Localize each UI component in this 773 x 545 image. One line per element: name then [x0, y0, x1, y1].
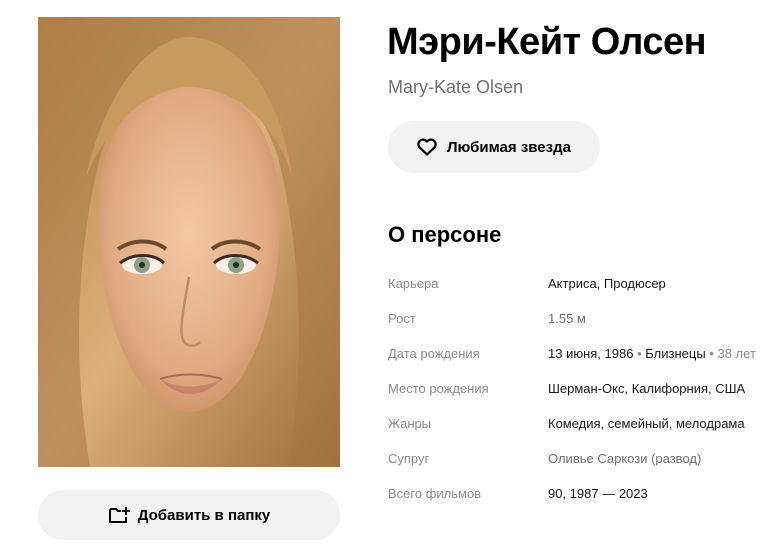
add-to-folder-button[interactable]: Добавить в папку — [38, 490, 340, 540]
folder-add-icon — [108, 507, 130, 523]
favorite-star-button[interactable]: Любимая звезда — [388, 121, 600, 173]
spouse-value[interactable]: Оливье Саркози (развод) — [548, 451, 701, 466]
films-value[interactable]: 90, 1987 — 2023 — [548, 486, 648, 501]
heart-icon — [417, 138, 437, 156]
info-row-birth-date: Дата рождения 13 июня, 1986 • Близнецы •… — [388, 336, 768, 371]
info-row-career: Карьера Актриса, Продюсер — [388, 266, 768, 301]
person-photo — [38, 17, 340, 467]
birth-date-value: 13 июня, 1986 • Близнецы • 38 лет — [548, 346, 756, 361]
add-to-folder-label: Добавить в папку — [137, 506, 271, 524]
separator-dot: • — [637, 346, 642, 361]
films-label: Всего фильмов — [388, 486, 482, 501]
person-info-table: Карьера Актриса, Продюсер Рост 1.55 м Да… — [388, 266, 768, 511]
career-label: Карьера — [388, 276, 439, 291]
info-row-spouse: Супруг Оливье Саркози (развод) — [388, 441, 768, 476]
birth-place-label: Место рождения — [388, 381, 489, 396]
birth-date[interactable]: 13 июня, 1986 — [548, 346, 633, 361]
separator-dot: • — [709, 346, 714, 361]
about-section-title: О персоне — [388, 222, 502, 247]
info-row-genres: Жанры Комедия, семейный, мелодрама — [388, 406, 768, 441]
genres-value[interactable]: Комедия, семейный, мелодрама — [548, 416, 745, 431]
info-row-height: Рост 1.55 м — [388, 301, 768, 336]
spouse-label: Супруг — [388, 451, 430, 466]
zodiac-sign[interactable]: Близнецы — [645, 346, 705, 361]
genres-label: Жанры — [388, 416, 432, 431]
age-value: 38 лет — [717, 346, 756, 361]
favorite-star-label: Любимая звезда — [447, 138, 571, 156]
career-value[interactable]: Актриса, Продюсер — [548, 276, 666, 291]
height-value: 1.55 м — [548, 311, 586, 326]
info-row-birth-place: Место рождения Шерман-Окс, Калифорния, С… — [388, 371, 768, 406]
birth-place-value[interactable]: Шерман-Окс, Калифорния, США — [548, 381, 745, 396]
page-title: Мэри-Кейт Олсен — [387, 21, 707, 63]
original-name: Mary-Kate Olsen — [388, 77, 524, 97]
birth-date-label: Дата рождения — [388, 346, 480, 361]
info-row-films: Всего фильмов 90, 1987 — 2023 — [388, 476, 768, 511]
height-label: Рост — [388, 311, 416, 326]
